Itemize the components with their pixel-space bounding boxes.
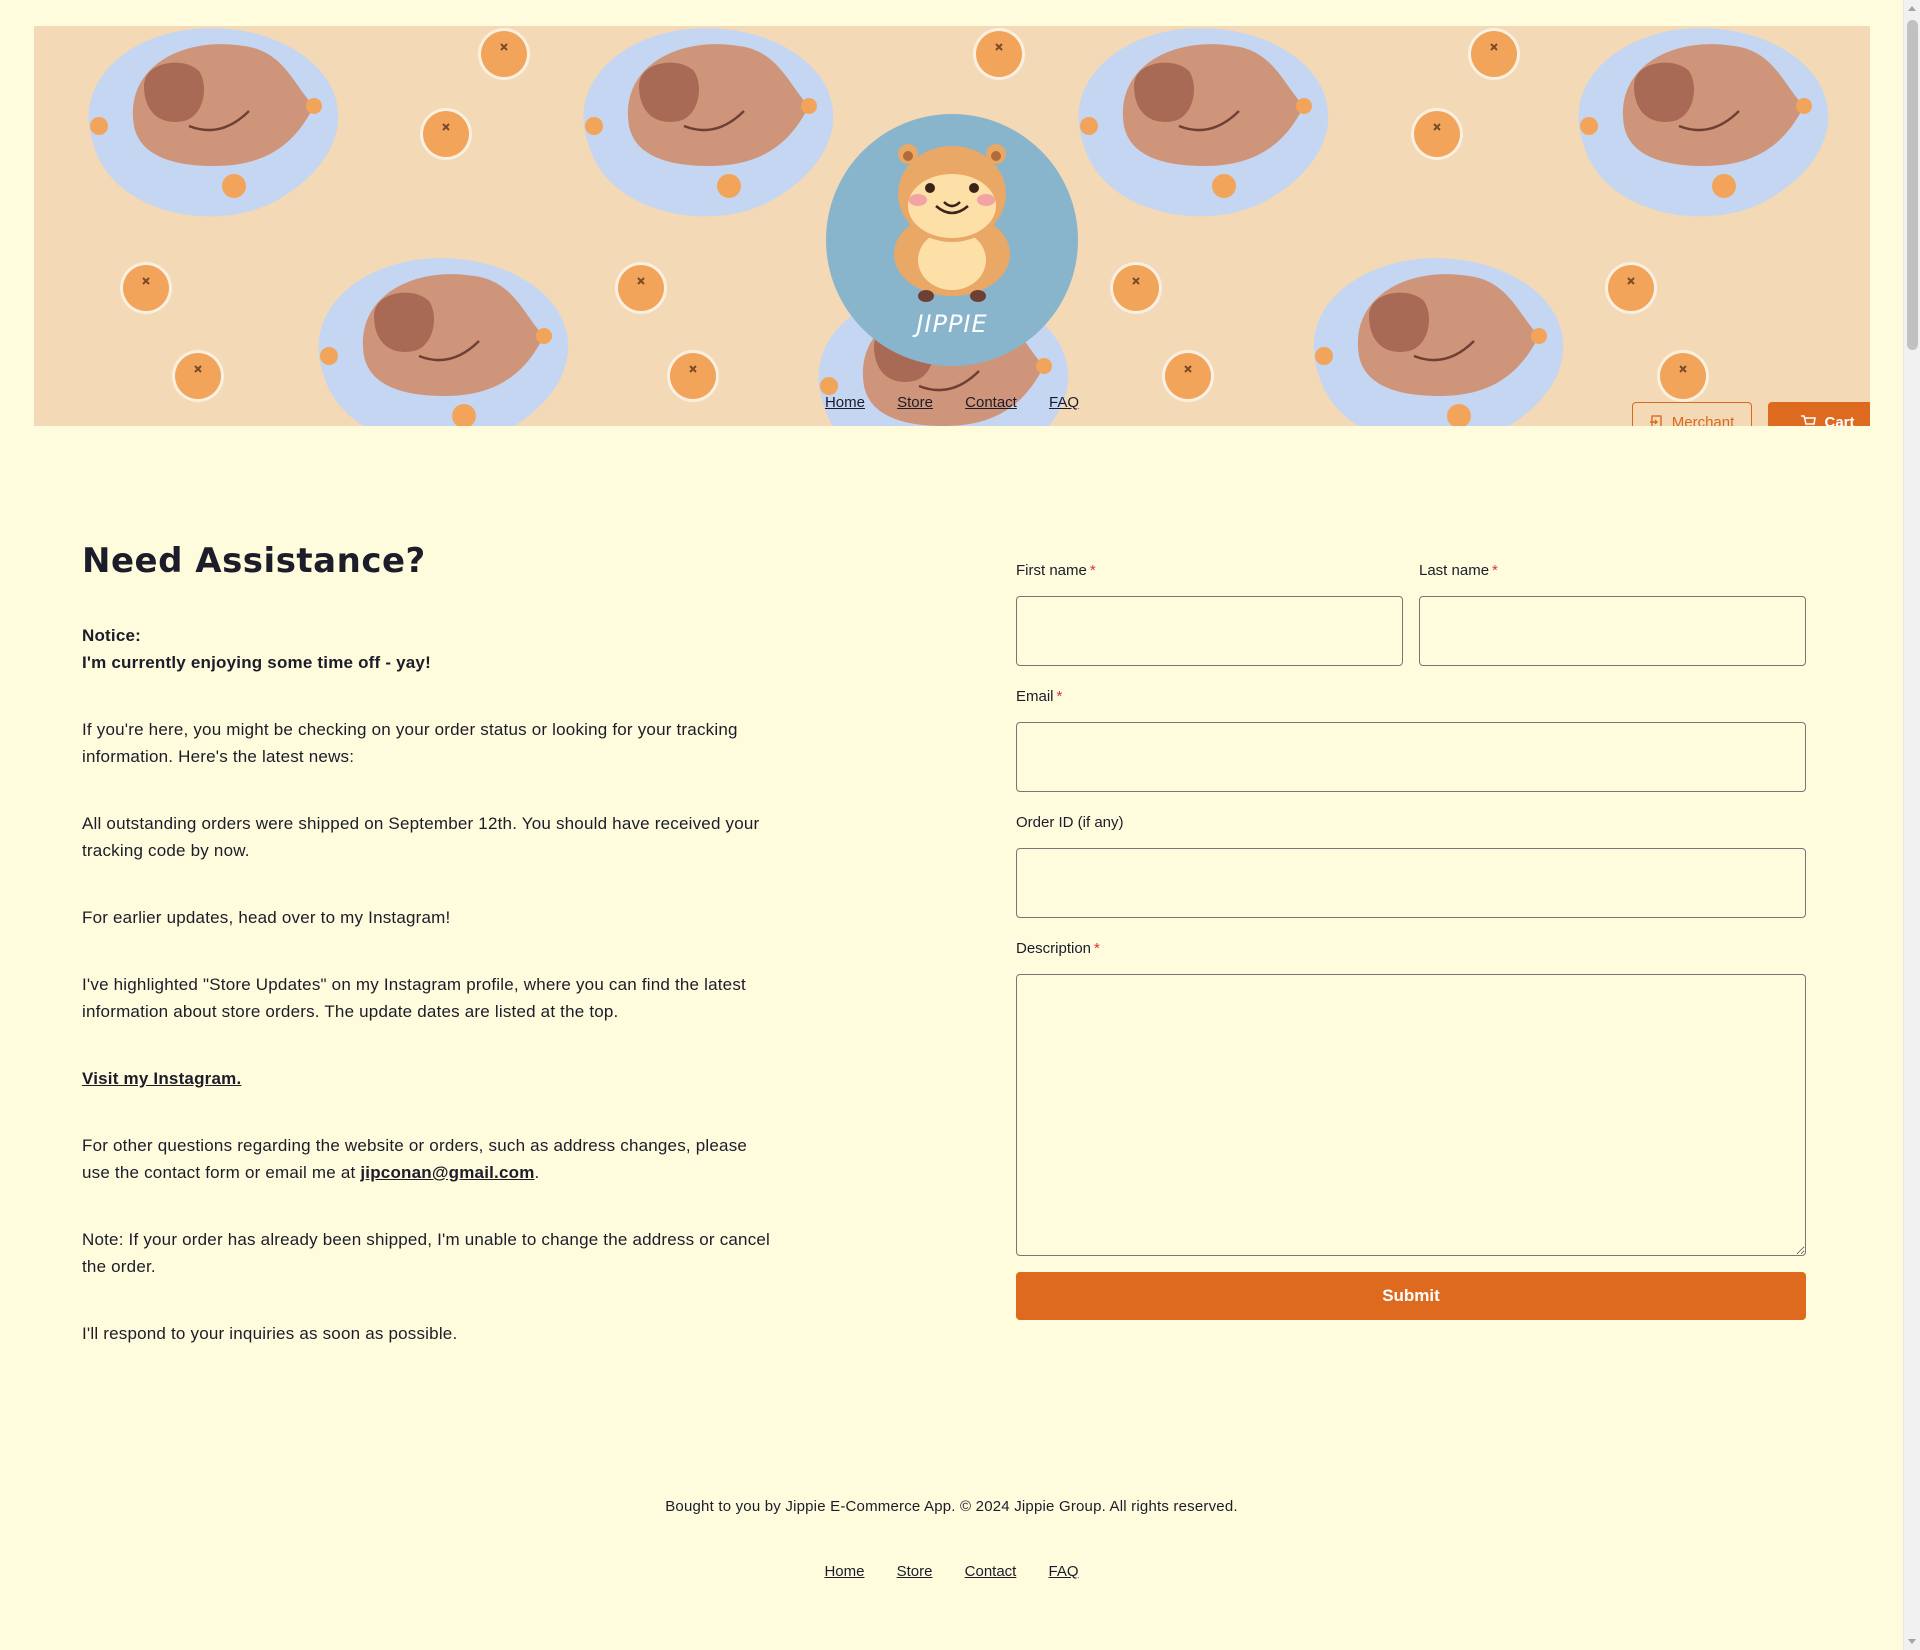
scrollbar-thumb[interactable] — [1907, 20, 1918, 350]
info-paragraph-2: All outstanding orders were shipped on S… — [82, 814, 760, 860]
merchant-label: Merchant — [1671, 413, 1735, 427]
first-name-label: First name * — [1016, 560, 1403, 582]
info-paragraph-3: For earlier updates, head over to my Ins… — [82, 908, 451, 927]
header-banner: JIPPIE Home Store Contact FAQ Merchant C… — [34, 26, 1870, 426]
notice: Notice: I'm currently enjoying some time… — [82, 622, 772, 676]
name-row: First name * Last name * — [1016, 560, 1806, 686]
description-label: Description * — [1016, 938, 1806, 960]
description-label-text: Description — [1016, 940, 1092, 957]
scroll-down-icon[interactable] — [1908, 1639, 1916, 1644]
required-marker: * — [1089, 562, 1096, 579]
order-id-input[interactable] — [1016, 848, 1806, 918]
last-name-label: Last name * — [1419, 560, 1806, 582]
logo-text: JIPPIE — [916, 310, 988, 338]
required-marker: * — [1492, 562, 1498, 579]
email-input[interactable] — [1016, 722, 1806, 792]
submit-button[interactable]: Submit — [1016, 1272, 1806, 1320]
info-paragraph-1: If you're here, you might be checking on… — [82, 720, 738, 766]
instagram-link[interactable]: Visit my Instagram. — [82, 1069, 241, 1088]
first-name-input[interactable] — [1016, 596, 1403, 666]
footer-home-link[interactable]: Home — [824, 1563, 864, 1580]
notice-heading: Notice: — [82, 626, 142, 645]
last-name-group: Last name * — [1419, 560, 1806, 686]
nav-store-link[interactable]: Store — [897, 394, 933, 411]
scroll-up-icon[interactable] — [1908, 6, 1916, 11]
footer-copyright: Bought to you by Jippie E-Commerce App. … — [665, 1498, 1238, 1515]
contact-form: First name * Last name * Email * Order ID (… — [1016, 560, 1806, 1320]
footer-contact-link[interactable]: Contact — [965, 1563, 1017, 1580]
required-marker: * — [1056, 688, 1063, 705]
merchant-button[interactable]: Merchant — [1632, 402, 1752, 426]
nav-home-link[interactable]: Home — [825, 394, 865, 411]
cart-button[interactable]: Cart — [1768, 402, 1870, 426]
last-name-label-text: Last name — [1419, 562, 1490, 579]
first-name-label-text: First name — [1016, 562, 1087, 579]
description-textarea[interactable] — [1016, 974, 1806, 1256]
cart-icon — [1801, 415, 1817, 426]
first-name-group: First name * — [1016, 560, 1403, 686]
info-paragraph-7: I'll respond to your inquiries as soon a… — [82, 1324, 458, 1343]
nav-contact-link[interactable]: Contact — [965, 394, 1017, 411]
info-paragraph-4: I've highlighted "Store Updates" on my I… — [82, 975, 746, 1021]
vertical-scrollbar[interactable] — [1903, 0, 1920, 1650]
nav-faq-link[interactable]: FAQ — [1049, 394, 1079, 411]
header-nav: Home Store Contact FAQ — [34, 394, 1870, 411]
info-paragraph-5: For other questions regarding the websit… — [82, 1132, 772, 1186]
cart-label: Cart — [1824, 413, 1855, 427]
instagram-paragraph: Visit my Instagram. — [82, 1065, 772, 1092]
email-label-text: Email — [1016, 688, 1054, 705]
email-link[interactable]: jipconan@gmail.com — [360, 1163, 534, 1182]
last-name-input[interactable] — [1419, 596, 1806, 666]
page-title: Need Assistance? — [82, 541, 426, 581]
contact-text-end: . — [534, 1163, 540, 1182]
info-paragraph-6: Note: If your order has already been shi… — [82, 1230, 771, 1276]
footer-faq-link[interactable]: FAQ — [1049, 1563, 1079, 1580]
login-icon — [1649, 415, 1662, 426]
assistance-info: Need Assistance? Notice: I'm currently e… — [82, 536, 772, 1387]
notice-text: I'm currently enjoying some time off - y… — [82, 653, 431, 672]
logo[interactable]: JIPPIE — [826, 114, 1078, 366]
order-id-label: Order ID (if any) — [1016, 814, 1124, 831]
required-marker: * — [1094, 940, 1100, 957]
footer-nav: Home Store Contact FAQ — [0, 1563, 1903, 1580]
email-label: Email * — [1016, 686, 1806, 708]
footer-store-link[interactable]: Store — [897, 1563, 933, 1580]
